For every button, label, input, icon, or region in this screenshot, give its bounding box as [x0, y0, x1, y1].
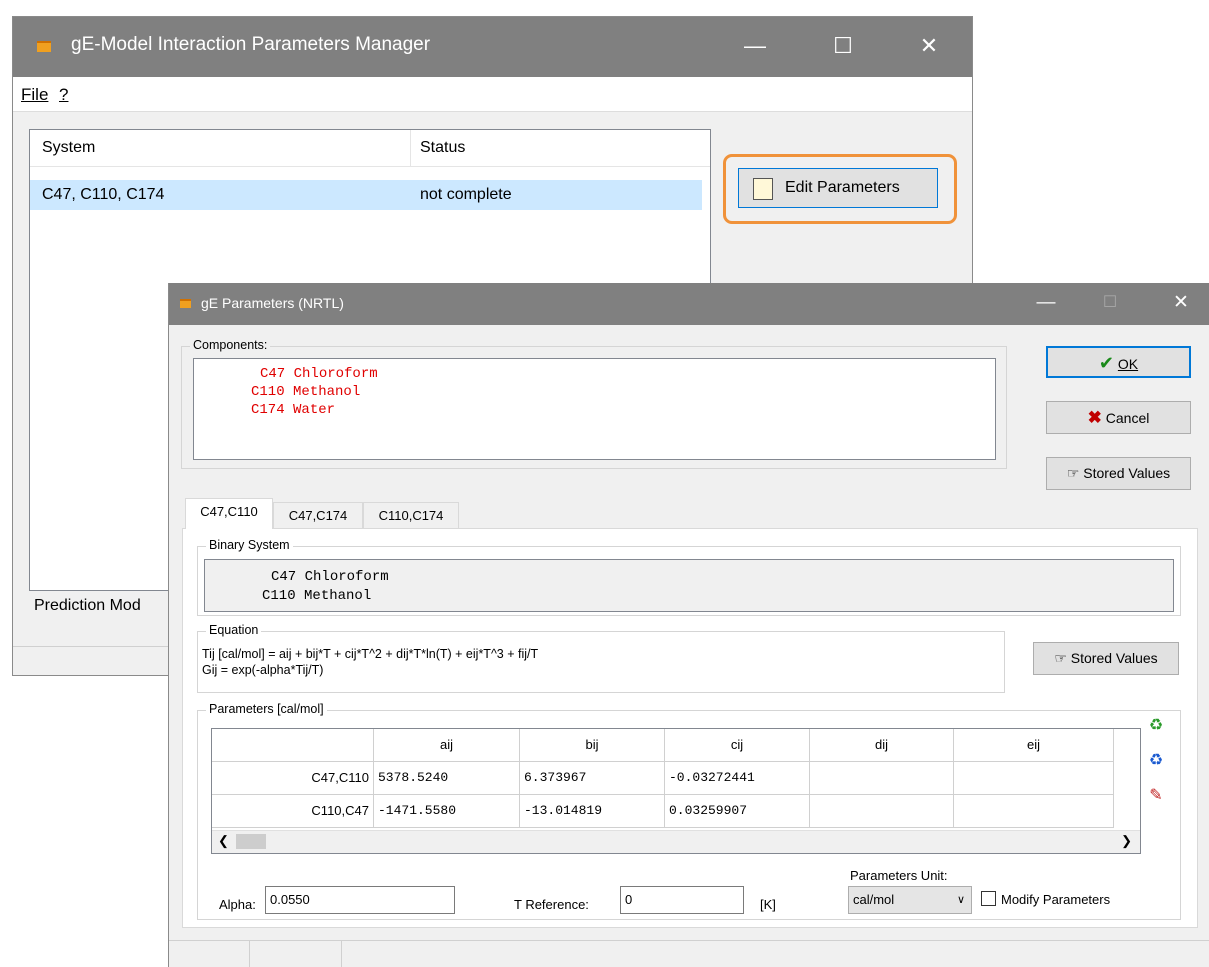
- tab-c47-c174[interactable]: C47,C174: [273, 502, 363, 528]
- hand-pointer-icon: ☞: [1066, 465, 1080, 481]
- component-line: C47 Chloroform: [260, 366, 378, 382]
- list-item[interactable]: C47, C110, C174 not complete: [30, 180, 702, 210]
- parameters-unit-value: cal/mol: [853, 892, 895, 907]
- prediction-model-label: Prediction Mod: [34, 597, 141, 614]
- dialog-minimize-icon[interactable]: —: [1024, 283, 1068, 325]
- grid-column-header[interactable]: aij: [374, 729, 520, 762]
- binary-component-line: C110 Methanol: [262, 588, 372, 604]
- edit-parameters-label: Edit Parameters: [785, 179, 900, 196]
- import-icon[interactable]: ♻: [1145, 715, 1167, 737]
- grid-column-header[interactable]: cij: [665, 729, 810, 762]
- main-title-bar[interactable]: gE-Model Interaction Parameters Manager …: [13, 17, 972, 77]
- t-reference-unit: [K]: [760, 897, 776, 912]
- dialog-title-bar[interactable]: gE Parameters (NRTL) — ☐ ✕: [169, 283, 1209, 325]
- binary-system-label: Binary System: [206, 538, 293, 552]
- status-cell: not complete: [420, 186, 512, 203]
- cancel-button[interactable]: ✖ Cancel: [1046, 401, 1191, 434]
- dialog-status-bar: [169, 940, 1209, 967]
- app-icon: [37, 41, 51, 52]
- column-header-status[interactable]: Status: [420, 139, 465, 157]
- tab-c47-c110[interactable]: C47,C110: [185, 498, 273, 529]
- components-group: Components: C47 Chloroform C110 Methanol…: [181, 338, 1007, 469]
- dialog-close-icon[interactable]: ✕: [1159, 283, 1203, 325]
- system-cell: C47, C110, C174: [42, 186, 165, 203]
- parameters-unit-label: Parameters Unit:: [850, 868, 948, 883]
- grid-column-header[interactable]: dij: [810, 729, 954, 762]
- grid-row-header[interactable]: C47,C110: [212, 762, 374, 795]
- scroll-right-icon[interactable]: ❯: [1121, 833, 1132, 849]
- edit-button-highlight: Edit Parameters: [723, 154, 957, 224]
- grid-column-header[interactable]: eij: [954, 729, 1114, 762]
- grid-cell[interactable]: 6.373967: [520, 762, 665, 795]
- component-line: C110 Methanol: [251, 384, 361, 400]
- export-icon[interactable]: ♻: [1145, 750, 1167, 772]
- parameters-grid[interactable]: aij bij cij dij eij C47,C110 5378.5240 6…: [211, 728, 1141, 854]
- parameters-unit-select[interactable]: cal/mol ∨: [848, 886, 972, 914]
- grid-column-header[interactable]: bij: [520, 729, 665, 762]
- stored-values-equation-button[interactable]: ☞ Stored Values: [1033, 642, 1179, 675]
- cancel-x-icon: ✖: [1087, 408, 1102, 427]
- cancel-label: Cancel: [1105, 410, 1150, 426]
- grid-corner: [212, 729, 374, 762]
- stored-values-equation-label: Stored Values: [1070, 650, 1158, 666]
- parameters-dialog: gE Parameters (NRTL) — ☐ ✕ Components: C…: [168, 283, 1209, 967]
- grid-cell[interactable]: -0.03272441: [665, 762, 810, 795]
- chevron-down-icon: ∨: [956, 894, 965, 906]
- components-label: Components:: [190, 338, 271, 352]
- grid-cell[interactable]: [810, 795, 954, 828]
- alpha-input[interactable]: 0.0550: [265, 886, 455, 914]
- list-header: System Status: [30, 130, 710, 167]
- edit-parameters-button[interactable]: Edit Parameters: [738, 168, 938, 208]
- menu-file[interactable]: File: [21, 85, 48, 105]
- close-icon[interactable]: ✕: [899, 17, 959, 77]
- grid-cell[interactable]: -1471.5580: [374, 795, 520, 828]
- scroll-thumb[interactable]: [236, 834, 266, 849]
- menu-bar: File ?: [13, 77, 972, 112]
- alpha-label: Alpha:: [219, 897, 256, 912]
- horizontal-scrollbar[interactable]: ❮ ❯: [212, 830, 1140, 853]
- ok-button[interactable]: ✔ OK: [1046, 346, 1191, 378]
- binary-system-group: Binary System C47 Chloroform C110 Methan…: [197, 538, 1181, 616]
- t-reference-label: T Reference:: [514, 897, 589, 912]
- grid-cell[interactable]: 0.03259907: [665, 795, 810, 828]
- check-icon: ✔: [1098, 353, 1114, 373]
- menu-help[interactable]: ?: [59, 85, 68, 105]
- scroll-left-icon[interactable]: ❮: [218, 833, 229, 849]
- erase-icon[interactable]: ✎: [1145, 785, 1167, 807]
- stored-values-label: Stored Values: [1083, 465, 1171, 481]
- column-header-system[interactable]: System: [42, 139, 95, 157]
- hand-pointer-icon: ☞: [1054, 650, 1067, 666]
- parameters-label: Parameters [cal/mol]: [206, 702, 327, 716]
- maximize-icon[interactable]: ☐: [813, 17, 873, 77]
- edit-document-icon: [753, 178, 773, 200]
- tab-c110-c174[interactable]: C110,C174: [363, 502, 459, 528]
- minimize-icon[interactable]: —: [725, 17, 785, 77]
- binary-component-line: C47 Chloroform: [271, 569, 389, 585]
- modify-parameters-label[interactable]: Modify Parameters: [1001, 892, 1110, 907]
- dialog-title: gE Parameters (NRTL): [201, 295, 344, 311]
- ok-label: OK: [1117, 356, 1139, 372]
- grid-cell[interactable]: [954, 795, 1114, 828]
- equation-group: Equation Tij [cal/mol] = aij + bij*T + c…: [197, 623, 1005, 693]
- equation-line-2: Gij = exp(-alpha*Tij/T): [202, 663, 324, 677]
- stored-values-button[interactable]: ☞ Stored Values: [1046, 457, 1191, 490]
- binary-system-box: C47 Chloroform C110 Methanol: [204, 559, 1174, 612]
- grid-cell[interactable]: [954, 762, 1114, 795]
- grid-cell[interactable]: [810, 762, 954, 795]
- component-line: C174 Water: [251, 402, 336, 418]
- grid-cell[interactable]: 5378.5240: [374, 762, 520, 795]
- grid-cell[interactable]: -13.014819: [520, 795, 665, 828]
- equation-label: Equation: [206, 623, 262, 637]
- t-reference-input[interactable]: 0: [620, 886, 744, 914]
- grid-row-header[interactable]: C110,C47: [212, 795, 374, 828]
- dialog-maximize-icon: ☐: [1102, 294, 1118, 311]
- modify-parameters-checkbox[interactable]: [981, 891, 996, 906]
- equation-line-1: Tij [cal/mol] = aij + bij*T + cij*T^2 + …: [202, 647, 539, 661]
- main-window-title: gE-Model Interaction Parameters Manager: [71, 34, 431, 55]
- dialog-app-icon: [180, 299, 191, 308]
- components-box: C47 Chloroform C110 Methanol C174 Water: [193, 358, 996, 460]
